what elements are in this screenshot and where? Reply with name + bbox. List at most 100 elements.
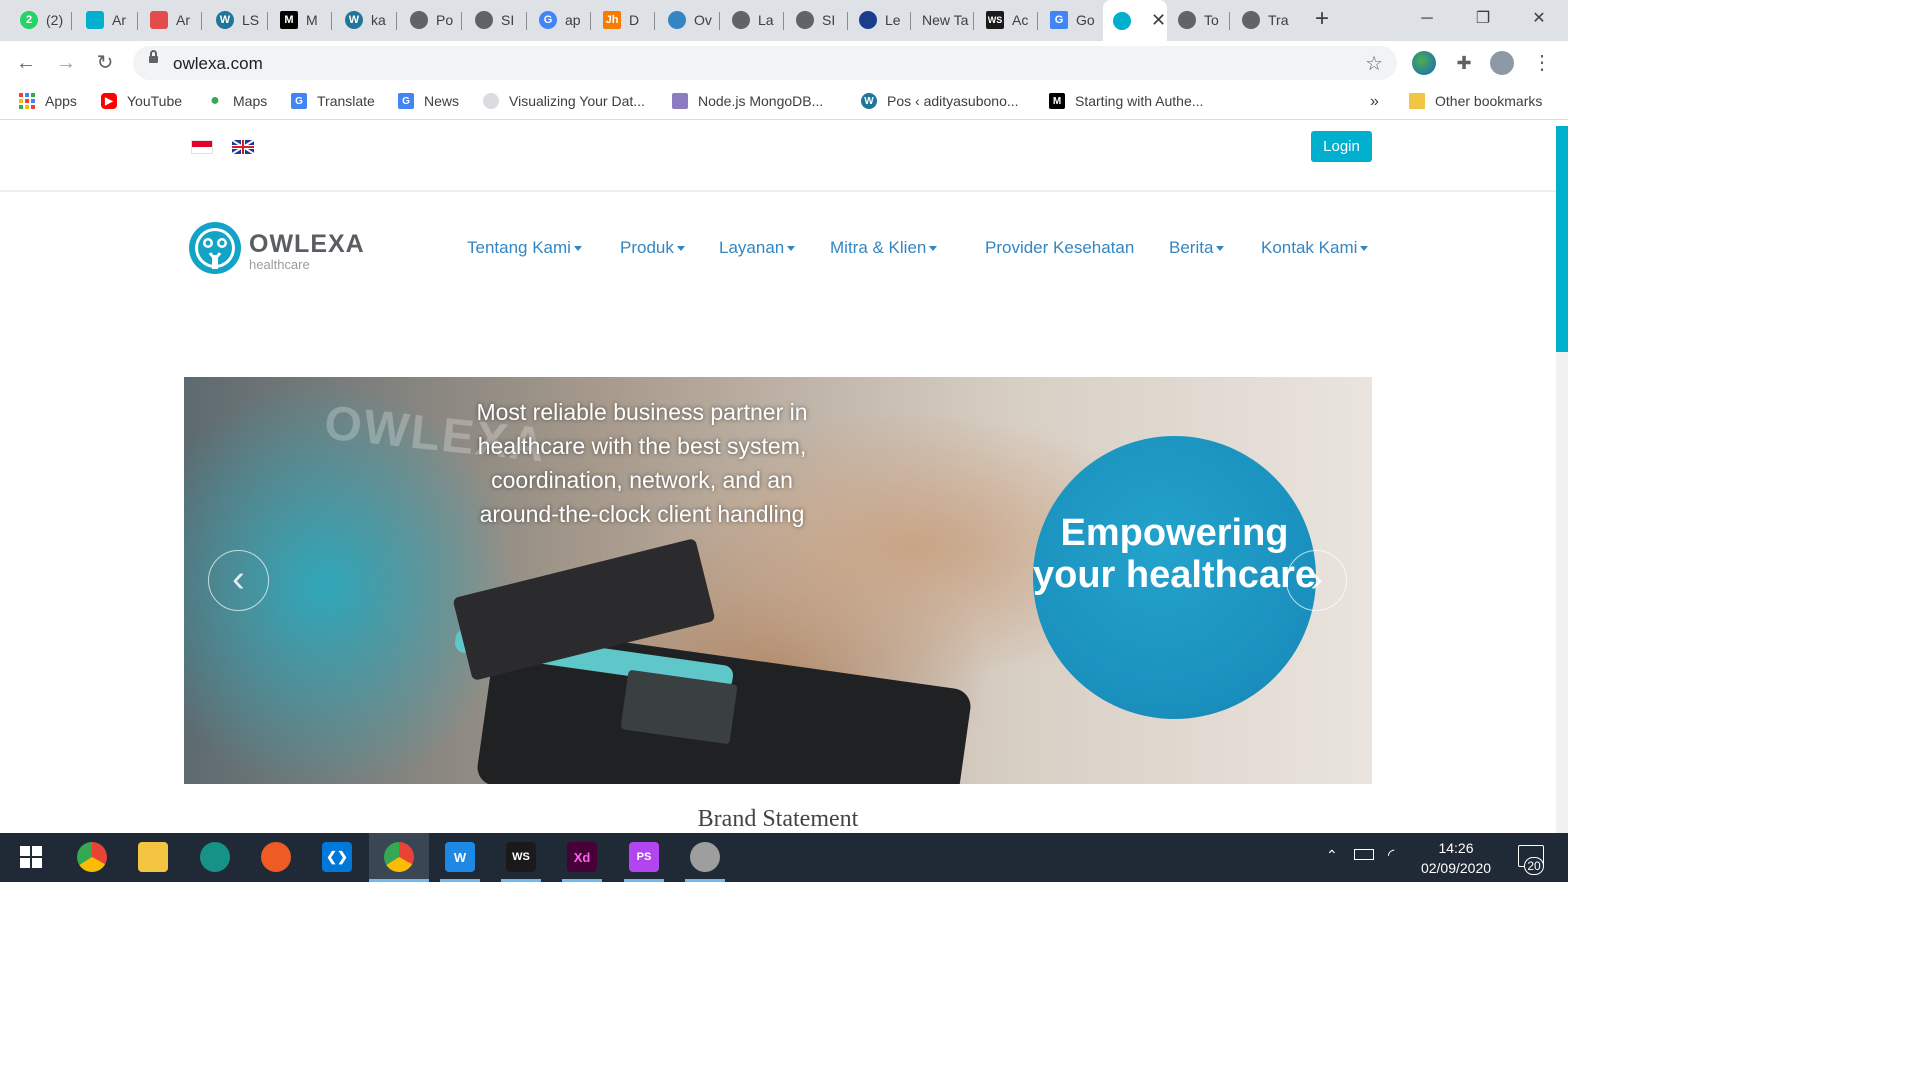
tab[interactable]: La [722, 6, 784, 34]
translate-icon: G [1050, 11, 1068, 29]
owlexa-logo[interactable]: OWLEXA healthcare [188, 221, 368, 277]
postman-icon[interactable] [261, 842, 291, 872]
whatsapp-icon: 2 [20, 11, 38, 29]
close-window-button[interactable]: ✕ [1516, 5, 1562, 33]
gitkraken-icon[interactable] [200, 842, 230, 872]
caret-down-icon [787, 246, 796, 252]
restore-button[interactable]: ❐ [1460, 5, 1506, 33]
hero-caption: Most reliable business partner in health… [476, 399, 808, 527]
avatar[interactable] [1490, 51, 1514, 75]
youtube-icon: ▶ [101, 93, 117, 109]
bookmark-translate[interactable]: G Translate [291, 93, 375, 109]
tab[interactable]: Tra [1232, 6, 1294, 34]
tray-chevron-icon[interactable]: ⌃ [1326, 847, 1338, 864]
globe-icon [410, 11, 428, 29]
puzzle-icon[interactable]: ✚ [1452, 51, 1476, 75]
brand-statement-heading: Brand Statement [697, 806, 859, 832]
tab[interactable]: Ar [76, 6, 138, 34]
tab[interactable]: Wka [335, 6, 397, 34]
bookmark-youtube[interactable]: ▶ YouTube [101, 93, 182, 109]
translate-icon: G [291, 93, 307, 109]
tab[interactable]: MM [270, 6, 332, 34]
english-flag-icon[interactable] [232, 140, 254, 154]
bookmark-news[interactable]: G News [398, 93, 459, 109]
bookmark-node-mongodb[interactable]: Node.js MongoDB... [672, 93, 823, 109]
nav-mitra-klien[interactable]: Mitra & Klien [830, 238, 938, 258]
tab[interactable]: Ov [658, 6, 720, 34]
tab[interactable]: SI [786, 6, 848, 34]
tab[interactable]: To [1168, 6, 1230, 34]
clock-time: 14:26 [1438, 840, 1474, 856]
caret-down-icon [929, 246, 938, 252]
nav-provider-kesehatan[interactable]: Provider Kesehatan [985, 238, 1134, 258]
back-icon[interactable]: ← [12, 49, 40, 77]
close-tab-icon[interactable]: ✕ [1151, 10, 1166, 31]
new-tab-button[interactable]: + [1310, 7, 1334, 31]
tab-active[interactable]: ✕ [1103, 0, 1167, 41]
owlexa-icon [1113, 11, 1131, 30]
laravel-icon [150, 11, 168, 29]
tab[interactable]: Gap [529, 6, 591, 34]
maps-pin-icon: ● [210, 92, 220, 109]
chrome-icon[interactable] [77, 842, 107, 872]
bookmark-wordpress[interactable]: W Pos ‹ adityasubono... [861, 93, 1019, 109]
xd-icon[interactable]: Xd [567, 842, 597, 872]
nav-tentang-kami[interactable]: Tentang Kami [467, 238, 582, 258]
logo-name: OWLEXA [249, 230, 365, 258]
wifi-icon[interactable]: ◜ [1388, 845, 1394, 865]
bookmark-visualizing[interactable]: Visualizing Your Dat... [483, 93, 645, 109]
tab[interactable]: W LS [206, 6, 268, 34]
tab[interactable]: WS Ac [976, 6, 1038, 34]
globe-icon [796, 11, 814, 29]
tab[interactable]: SI [465, 6, 527, 34]
bookmark-star-icon[interactable]: ☆ [1365, 51, 1383, 76]
nav-kontak-kami[interactable]: Kontak Kami [1261, 238, 1369, 258]
reload-icon[interactable]: ↻ [91, 49, 119, 77]
taskbar-clock[interactable]: 14:26 02/09/2020 [1408, 838, 1504, 878]
bookmark-apps[interactable]: Apps [19, 93, 77, 109]
address-bar[interactable]: owlexa.com ☆ [133, 46, 1397, 80]
folder-icon[interactable] [138, 842, 168, 872]
nav-produk[interactable]: Produk [620, 238, 685, 258]
paint-icon[interactable] [690, 842, 720, 872]
vscode-icon[interactable]: ❮❯ [322, 842, 352, 872]
windows-start-icon[interactable] [16, 842, 46, 872]
globe-icon [483, 93, 499, 109]
tab[interactable]: Ar [140, 6, 202, 34]
chrome-icon[interactable] [384, 842, 414, 872]
webstorm-icon[interactable]: WS [506, 842, 536, 872]
jh-icon: Jh [603, 11, 621, 29]
menu-icon[interactable]: ⋮ [1530, 51, 1554, 75]
lock-icon [149, 50, 158, 63]
globe-icon [1242, 11, 1260, 29]
indonesian-flag-icon[interactable] [191, 140, 213, 154]
forward-icon[interactable]: → [52, 49, 80, 77]
wps-icon[interactable]: W [445, 842, 475, 872]
bookmarks-overflow-icon[interactable]: » [1370, 93, 1379, 111]
minimize-button[interactable]: ─ [1404, 5, 1450, 33]
slider-prev-button[interactable]: ‹ [208, 550, 269, 611]
tab[interactable]: Jh D [593, 6, 655, 34]
clock-date: 02/09/2020 [1420, 860, 1492, 876]
phpstorm-icon[interactable]: PS [629, 842, 659, 872]
slider-next-button[interactable]: › [1286, 550, 1347, 611]
nav-layanan[interactable]: Layanan [719, 238, 796, 258]
other-bookmarks[interactable]: Other bookmarks [1409, 93, 1542, 109]
medium-icon: M [1049, 93, 1065, 109]
scrollbar-thumb[interactable] [1556, 126, 1568, 352]
wordpress-icon: W [861, 93, 877, 109]
tab[interactable]: Po [400, 6, 462, 34]
tab[interactable]: 2 (2) [10, 6, 72, 34]
bookmark-medium[interactable]: M Starting with Authe... [1049, 93, 1203, 109]
nav-berita[interactable]: Berita [1169, 238, 1225, 258]
extension-icon[interactable] [1412, 51, 1436, 75]
tab[interactable]: G Go [1040, 6, 1102, 34]
apps-grid-icon [19, 93, 35, 109]
bookmark-maps[interactable]: ● Maps [207, 92, 267, 109]
login-button[interactable]: Login [1311, 131, 1372, 162]
battery-icon[interactable] [1354, 849, 1374, 860]
page-scrollbar[interactable] [1556, 126, 1568, 833]
tab[interactable]: Le [849, 6, 911, 34]
tab[interactable]: New Ta [912, 6, 974, 34]
running-indicator [562, 879, 602, 882]
